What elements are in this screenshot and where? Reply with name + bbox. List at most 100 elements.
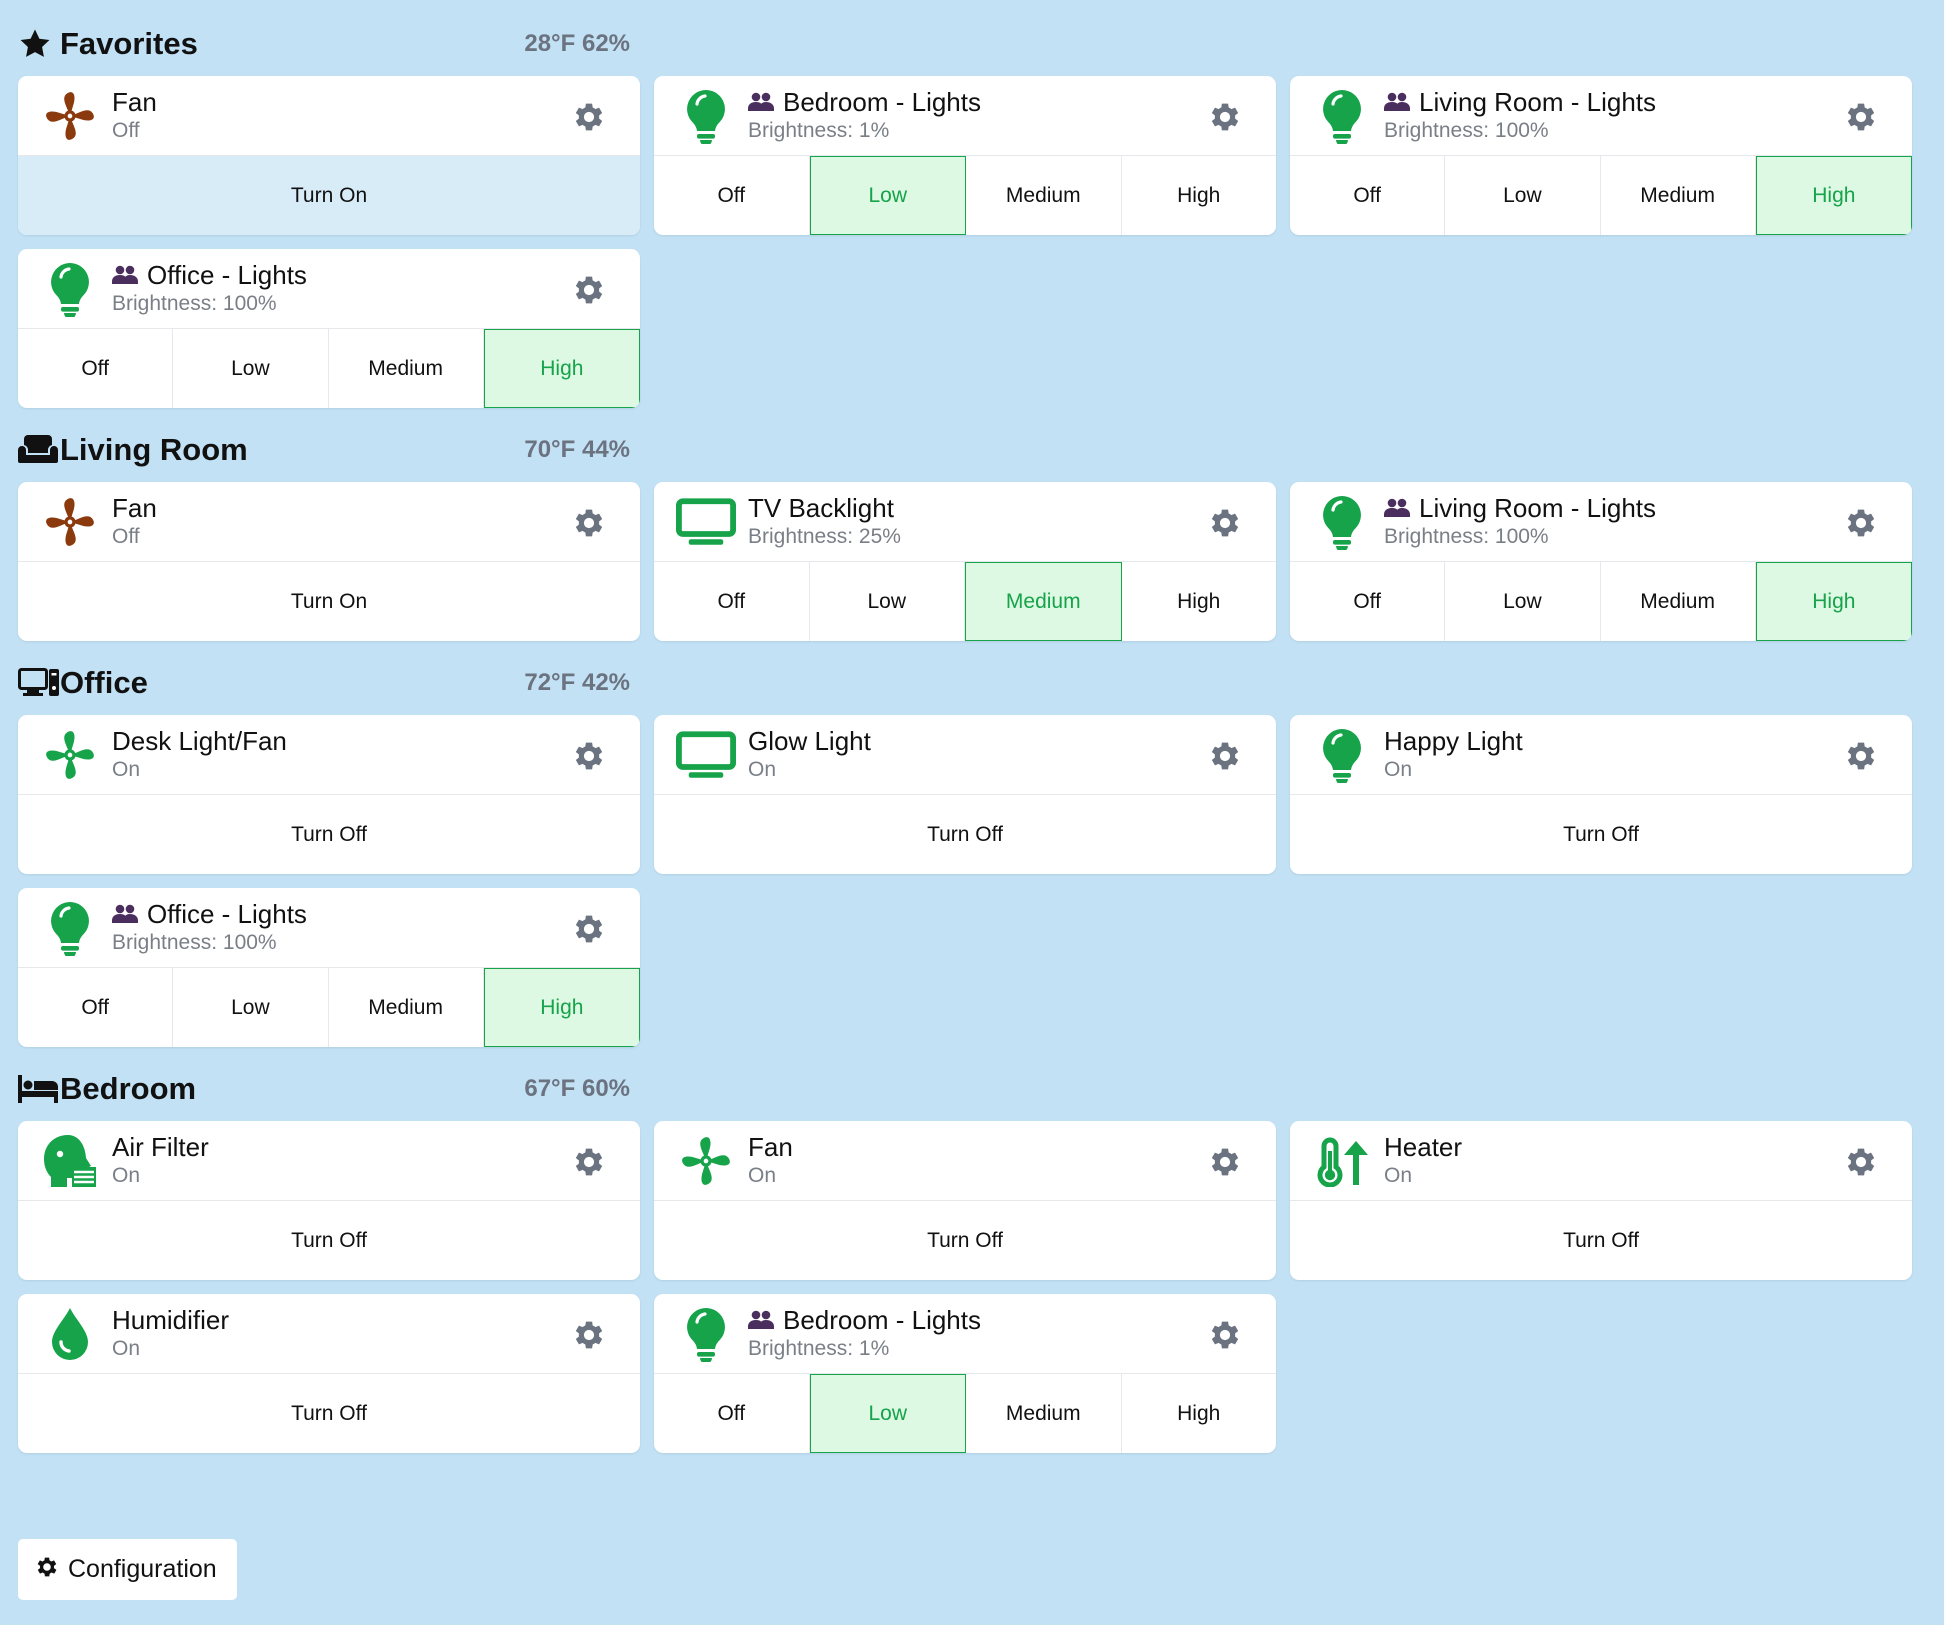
device-header: Living Room - Lights Brightness: 100% [1290,76,1912,156]
device-status: On [1384,757,1413,781]
device-name-row: Air Filter [112,1132,640,1162]
level-button-high[interactable]: High [1122,562,1277,641]
gear-icon[interactable] [1206,504,1244,542]
device-text: Office - Lights Brightness: 100% [112,260,640,318]
level-button-medium[interactable]: Medium [966,1374,1122,1453]
device-card-glow-light: Glow Light On Turn Off [654,715,1276,874]
level-button-medium[interactable]: Medium [1601,156,1756,235]
device-text: Fan Off [112,87,640,145]
toggle-button[interactable]: Turn On [18,156,640,235]
gear-icon[interactable] [1206,98,1244,136]
level-button-high[interactable]: High [483,968,640,1047]
device-name: Humidifier [112,1304,230,1335]
level-button-low[interactable]: Low [173,968,329,1047]
gear-icon[interactable] [570,98,608,136]
gear-icon[interactable] [1206,1316,1244,1354]
level-button-high[interactable]: High [1122,1374,1277,1453]
level-button-high[interactable]: High [1755,156,1912,235]
level-button-off[interactable]: Off [18,968,174,1047]
device-name-row: Fan [748,1132,1276,1162]
device-controls: Turn Off [18,1201,640,1280]
toggle-button[interactable]: Turn Off [1290,795,1912,874]
device-text: Bedroom - Lights Brightness: 1% [748,1305,1276,1363]
gear-icon[interactable] [1206,737,1244,775]
device-text: Heater On [1384,1132,1912,1190]
toggle-button[interactable]: Turn Off [654,1201,1276,1280]
level-button-low[interactable]: Low [173,329,329,408]
device-text: Fan On [748,1132,1276,1190]
gear-icon[interactable] [1842,504,1880,542]
toggle-button[interactable]: Turn Off [18,1374,640,1453]
device-text: TV Backlight Brightness: 25% [748,493,1276,551]
toggle-button[interactable]: Turn Off [654,795,1276,874]
device-name-row: Glow Light [748,726,1276,756]
device-status: On [748,1163,777,1187]
level-button-high[interactable]: High [1755,562,1912,641]
level-button-medium[interactable]: Medium [965,562,1122,641]
level-button-off[interactable]: Off [1290,156,1446,235]
gear-icon[interactable] [1842,98,1880,136]
room-header: Office 72°F 42% [18,657,640,709]
toggle-button[interactable]: Turn Off [18,795,640,874]
group-icon [112,265,138,285]
device-name-row: Living Room - Lights [1384,493,1912,523]
device-card-office-lights: Office - Lights Brightness: 100% Off Low Med… [18,249,640,408]
gear-icon[interactable] [570,1143,608,1181]
level-button-off[interactable]: Off [654,1374,810,1453]
device-header: Bedroom - Lights Brightness: 1% [654,1294,1276,1374]
device-name: Fan [748,1131,793,1162]
level-button-low[interactable]: Low [1445,156,1601,235]
level-button-low[interactable]: Low [809,1374,966,1453]
gear-icon[interactable] [1206,1143,1244,1181]
level-button-low[interactable]: Low [810,562,965,641]
room-title: Living Room [60,432,248,467]
gear-icon[interactable] [570,271,608,309]
device-controls: Off Low Medium High [18,329,640,408]
device-header: Bedroom - Lights Brightness: 1% [654,76,1276,156]
gear-icon[interactable] [1842,1143,1880,1181]
device-status: On [112,1336,141,1360]
device-header: Fan Off [18,482,640,562]
level-button-off[interactable]: Off [1290,562,1446,641]
device-controls: Off Low Medium High [18,968,640,1047]
level-button-medium[interactable]: Medium [1601,562,1756,641]
device-header: Heater On [1290,1121,1912,1201]
gear-icon[interactable] [1842,737,1880,775]
gear-icon [34,1554,60,1585]
configuration-button[interactable]: Configuration [18,1539,237,1600]
device-status: Brightness: 1% [748,1336,890,1360]
device-text: Desk Light/Fan On [112,726,640,784]
device-text: Living Room - Lights Brightness: 100% [1384,493,1912,551]
toggle-button[interactable]: Turn Off [1290,1201,1912,1280]
device-name-row: Bedroom - Lights [748,87,1276,117]
device-controls: Turn On [18,156,640,235]
gear-icon[interactable] [570,737,608,775]
level-button-medium[interactable]: Medium [329,329,484,408]
device-card-fan: Fan Off Turn On [18,482,640,641]
device-controls: Turn Off [18,1374,640,1453]
room-weather: 28°F 62% [524,30,630,57]
toggle-button[interactable]: Turn Off [18,1201,640,1280]
gear-icon[interactable] [570,504,608,542]
level-button-off[interactable]: Off [654,562,810,641]
level-button-medium[interactable]: Medium [329,968,484,1047]
gear-icon[interactable] [570,910,608,948]
level-button-low[interactable]: Low [1445,562,1601,641]
device-name: Fan [112,492,157,523]
device-name: Fan [112,86,157,117]
toggle-button[interactable]: Turn On [18,562,640,641]
device-name: Happy Light [1384,725,1523,756]
device-status: On [112,757,141,781]
level-button-low[interactable]: Low [809,156,966,235]
device-status: On [1384,1163,1413,1187]
level-button-medium[interactable]: Medium [966,156,1122,235]
level-button-off[interactable]: Off [654,156,810,235]
level-button-high[interactable]: High [483,329,640,408]
gear-icon[interactable] [570,1316,608,1354]
device-name: Living Room - Lights [1419,492,1656,523]
device-header: Humidifier On [18,1294,640,1374]
level-button-off[interactable]: Off [18,329,174,408]
level-button-high[interactable]: High [1122,156,1277,235]
device-status: On [112,1163,141,1187]
device-header: Air Filter On [18,1121,640,1201]
